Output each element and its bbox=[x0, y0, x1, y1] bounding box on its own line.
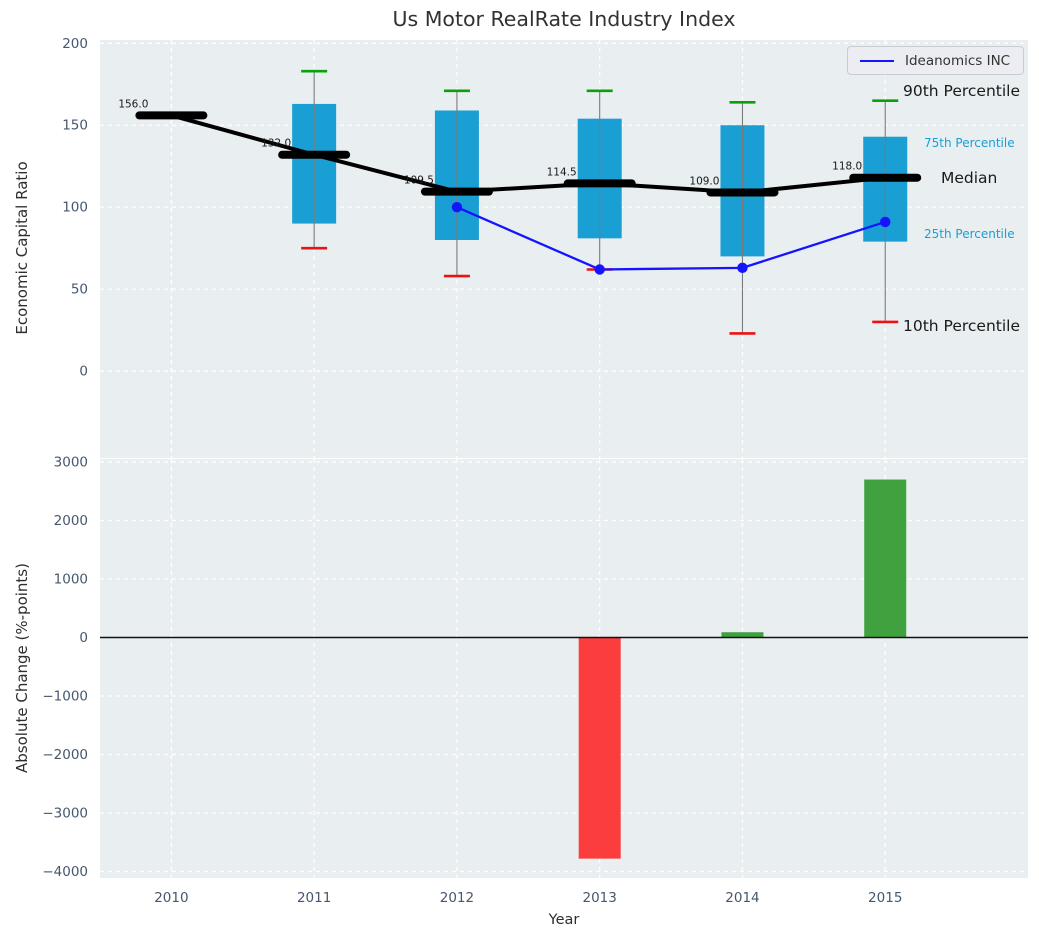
y-tick-label: 0 bbox=[79, 364, 88, 380]
company-marker bbox=[594, 264, 605, 275]
percentile-label-p90: 90th Percentile bbox=[903, 81, 1021, 100]
page-title: Us Motor RealRate Industry Index bbox=[392, 7, 736, 31]
percentile-label-p10: 10th Percentile bbox=[903, 316, 1021, 335]
y-tick-label: 50 bbox=[71, 282, 88, 298]
y-tick-label: 0 bbox=[79, 630, 88, 646]
y-tick-label: −2000 bbox=[42, 747, 88, 763]
bar-negative bbox=[578, 637, 621, 859]
company-marker bbox=[737, 262, 748, 274]
company-line bbox=[456, 206, 886, 271]
bar-positive bbox=[721, 632, 764, 638]
legend-line-icon bbox=[860, 59, 894, 62]
percentile-label-median: Median bbox=[941, 168, 998, 187]
legend-label: Ideanomics INC bbox=[905, 52, 1011, 69]
y-tick-label: −4000 bbox=[42, 864, 88, 880]
y-tick-label: 150 bbox=[62, 118, 88, 134]
percentile-label-p75: 75th Percentile bbox=[924, 135, 1015, 150]
y-tick-label: 3000 bbox=[54, 454, 88, 470]
x-axis-label: Year bbox=[548, 912, 580, 928]
legend: Ideanomics INC bbox=[847, 46, 1024, 75]
x-tick-label: 2014 bbox=[725, 890, 759, 906]
y-tick-label: 2000 bbox=[54, 513, 88, 529]
median-value-annotation: 156.0 bbox=[118, 98, 148, 110]
percentile-label-p25: 25th Percentile bbox=[924, 226, 1015, 241]
x-tick-label: 2015 bbox=[868, 890, 902, 906]
median-value-annotation: 114.5 bbox=[547, 166, 577, 178]
figure: 156.0 132.0 109.5 114.5 109.0 118.0 200 150 100 5… bbox=[0, 0, 1039, 942]
chart-canvas: 156.0 132.0 109.5 114.5 109.0 118.0 200 150 100 5… bbox=[42, 36, 1028, 906]
y-tick-label: −3000 bbox=[42, 806, 88, 822]
y-tick-label: 1000 bbox=[54, 571, 88, 587]
median-value-annotation: 132.0 bbox=[261, 138, 291, 150]
median-value-annotation: 118.0 bbox=[832, 161, 862, 173]
y-axis-label-bottom: Absolute Change (%-points) bbox=[13, 563, 31, 773]
bar-positive bbox=[864, 479, 907, 638]
median-value-annotation: 109.0 bbox=[689, 175, 719, 187]
y-tick-label: −1000 bbox=[42, 688, 88, 704]
x-tick-label: 2010 bbox=[154, 890, 188, 906]
y-tick-label: 100 bbox=[62, 200, 88, 216]
x-tick-label: 2011 bbox=[297, 890, 331, 906]
median-value-annotation: 109.5 bbox=[404, 175, 434, 187]
x-tick-label: 2012 bbox=[440, 890, 474, 906]
y-axis-label-top: Economic Capital Ratio bbox=[13, 161, 31, 335]
y-tick-label: 200 bbox=[62, 36, 88, 52]
company-marker bbox=[451, 202, 463, 213]
x-tick-label: 2013 bbox=[583, 890, 617, 906]
company-marker bbox=[880, 216, 891, 228]
